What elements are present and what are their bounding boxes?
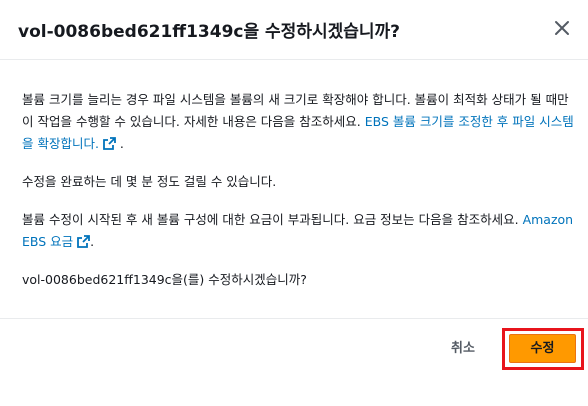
pricing-end: . bbox=[90, 234, 95, 249]
dialog-footer bbox=[0, 318, 588, 406]
close-icon bbox=[555, 21, 569, 35]
external-link-icon bbox=[77, 235, 91, 248]
external-link-icon bbox=[103, 137, 116, 150]
dialog-body: 볼륨 크기를 늘리는 경우 파일 시스템을 볼륨의 새 크기로 확장해야 합니다… bbox=[22, 89, 578, 307]
modify-button[interactable]: 수정 bbox=[509, 334, 576, 363]
close-button[interactable] bbox=[552, 18, 572, 38]
modify-volume-dialog: vol-0086bed621ff1349c을 수정하시겠습니까? 볼륨 크기를 … bbox=[0, 0, 588, 406]
resize-info-end: . bbox=[115, 136, 124, 151]
dialog-header: vol-0086bed621ff1349c을 수정하시겠습니까? bbox=[0, 0, 588, 60]
pricing-paragraph: 볼륨 수정이 시작된 후 새 볼륨 구성에 대한 요금이 부과됩니다. 요금 정… bbox=[22, 209, 578, 253]
confirm-question: vol-0086bed621ff1349c을(를) 수정하시겠습니까? bbox=[22, 272, 307, 287]
duration-paragraph: 수정을 완료하는 데 몇 분 정도 걸릴 수 있습니다. bbox=[22, 174, 277, 189]
cancel-button[interactable]: 취소 bbox=[437, 336, 489, 362]
pricing-text: 볼륨 수정이 시작된 후 새 볼륨 구성에 대한 요금이 부과됩니다. 요금 정… bbox=[22, 212, 523, 227]
dialog-title: vol-0086bed621ff1349c을 수정하시겠습니까? bbox=[18, 22, 401, 42]
resize-info-paragraph: 볼륨 크기를 늘리는 경우 파일 시스템을 볼륨의 새 크기로 확장해야 합니다… bbox=[22, 89, 578, 155]
